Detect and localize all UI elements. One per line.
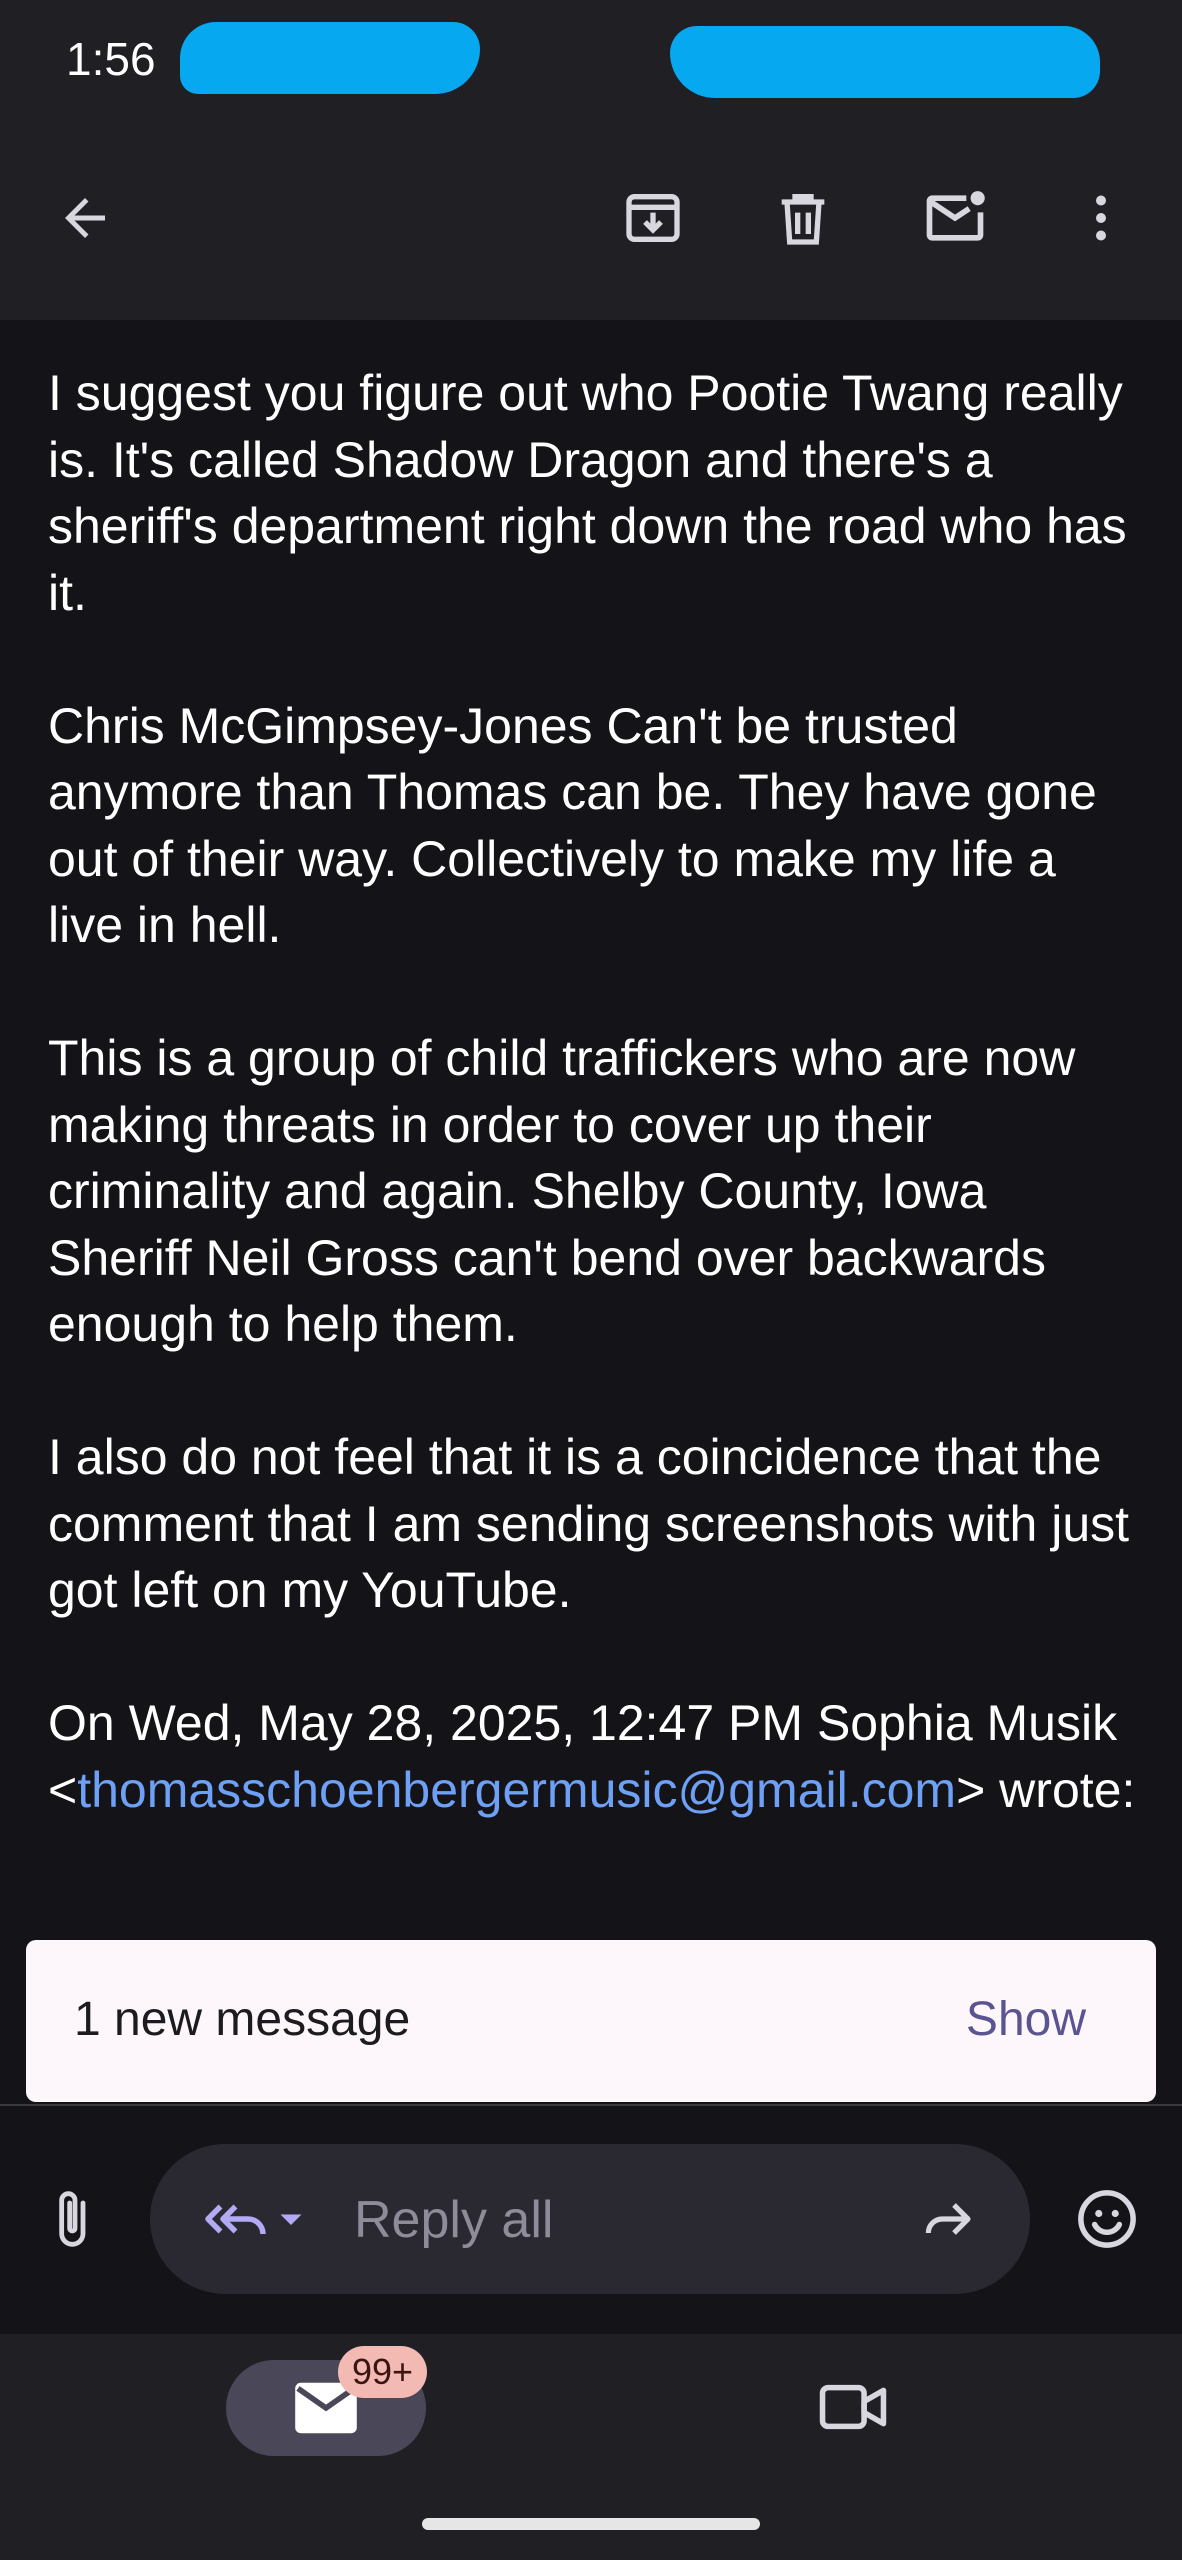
back-button[interactable] [40, 173, 130, 263]
quoted-email-link[interactable]: thomasschoenbergermusic@gmail.com [77, 1762, 956, 1818]
status-bar: 1:56 [0, 0, 1182, 120]
forward-icon [925, 2203, 971, 2235]
email-body: I suggest you figure out who Pootie Twan… [48, 360, 1138, 1940]
back-arrow-icon [65, 198, 105, 238]
paperclip-icon [59, 2191, 86, 2247]
email-paragraph: I also do not feel that it is a coincide… [48, 1429, 1130, 1618]
home-indicator[interactable] [422, 2518, 760, 2530]
emoji-icon [1078, 2190, 1136, 2248]
forward-button[interactable] [902, 2174, 992, 2264]
more-options-button[interactable] [1056, 173, 1146, 263]
reply-all-type-button[interactable] [186, 2174, 326, 2264]
reply-compose-box[interactable]: Reply all [150, 2144, 1030, 2294]
new-message-toast: 1 new message Show [26, 1940, 1156, 2102]
delete-button[interactable] [758, 173, 848, 263]
unread-count-badge: 99+ [338, 2346, 428, 2398]
quoted-header: On Wed, May 28, 2025, 12:47 PM Sophia Mu… [48, 1690, 1138, 1823]
archive-icon [626, 194, 680, 242]
status-time: 1:56 [66, 33, 156, 85]
redaction-mark [670, 26, 1100, 98]
mark-unread-icon [926, 191, 985, 241]
email-paragraph: I suggest you figure out who Pootie Twan… [48, 365, 1127, 621]
nav-meet-tab[interactable] [808, 2362, 898, 2452]
reply-all-label: Reply all [354, 2191, 554, 2249]
quote-suffix: > wrote: [956, 1761, 1136, 1818]
toast-text: 1 new message [74, 1993, 411, 2046]
mark-unread-button[interactable] [910, 173, 1000, 263]
reply-all-icon [205, 2204, 266, 2235]
chevron-down-icon [280, 2214, 302, 2225]
attach-button[interactable] [26, 2174, 116, 2264]
archive-button[interactable] [608, 173, 698, 263]
email-paragraph: Chris McGimpsey-Jones Can't be trusted a… [48, 697, 1097, 954]
show-button[interactable]: Show [966, 1992, 1086, 2047]
trash-icon [781, 194, 825, 245]
emoji-button[interactable] [1062, 2174, 1152, 2264]
redaction-mark [180, 22, 480, 94]
email-paragraph: This is a group of child traffickers who… [48, 1030, 1076, 1352]
top-app-bar [0, 120, 1182, 320]
video-camera-icon [819, 2384, 887, 2430]
more-vert-icon [1096, 195, 1106, 241]
